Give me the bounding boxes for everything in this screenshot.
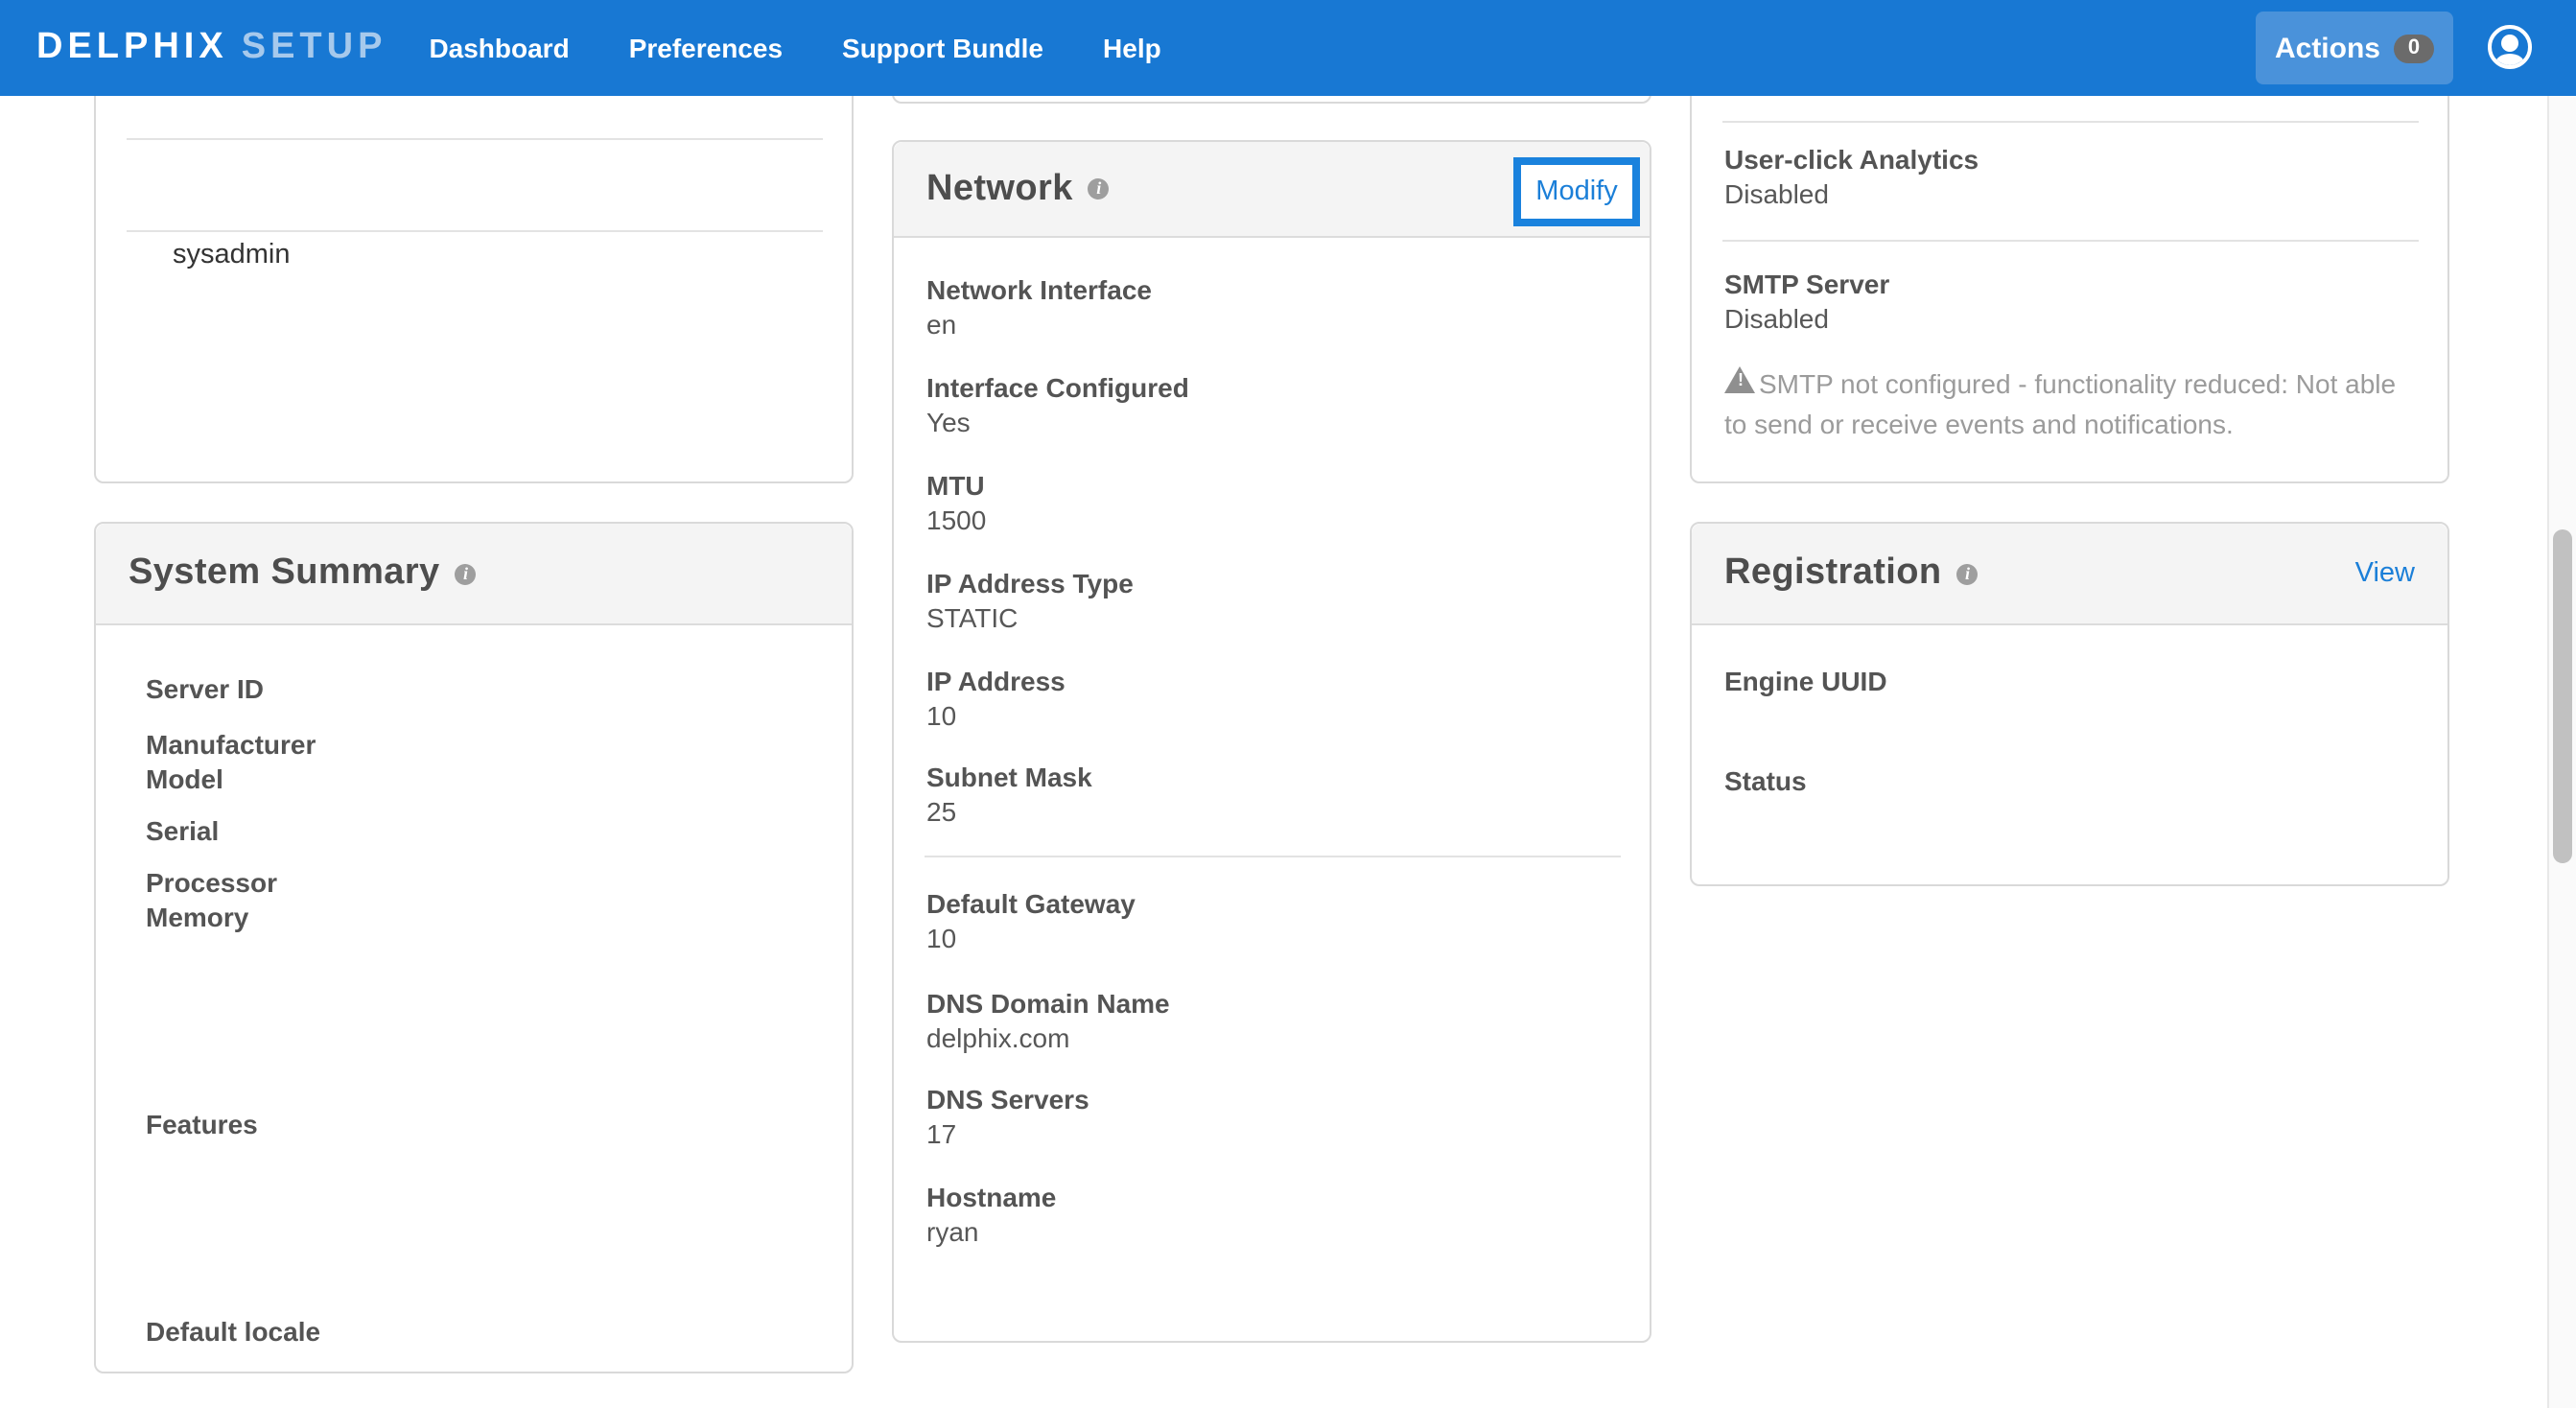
system-summary-header: System Summary i (96, 524, 852, 625)
scrollbar-thumb[interactable] (2553, 529, 2572, 863)
nav-preferences[interactable]: Preferences (629, 33, 783, 63)
field-engine-uuid: Engine UUID (1724, 664, 2424, 698)
delphix-setup-page: sysadmin System Summary i Server ID Manu… (0, 0, 2576, 1408)
field-manufacturer: Manufacturer (146, 727, 829, 762)
users-card: sysadmin (94, 73, 854, 483)
network-header: Network i Modify (894, 142, 1650, 238)
field-dns-servers: DNS Servers17 (926, 1082, 1627, 1151)
network-card: Network i Modify Network Interfaceen Int… (892, 140, 1651, 1343)
top-navbar: DELPHIX SETUP Dashboard Preferences Supp… (0, 0, 2576, 96)
field-smtp-server: SMTP Server Disabled (1724, 267, 2424, 336)
field-processor: Processor (146, 865, 829, 900)
field-hostname: Hostnameryan (926, 1180, 1627, 1249)
field-status: Status (1724, 763, 2424, 798)
modify-button[interactable]: Modify (1513, 157, 1640, 226)
logo-brand: DELPHIX (36, 27, 228, 69)
system-summary-card: System Summary i Server ID Manufacturer … (94, 522, 854, 1373)
smtp-warning: ! SMTP not configured - functionality re… (1724, 364, 2423, 445)
field-default-gateway: Default Gateway10 (926, 886, 1627, 955)
divider (1722, 240, 2419, 242)
info-icon[interactable]: i (1089, 178, 1110, 199)
view-link[interactable]: View (2355, 558, 2415, 589)
divider (127, 138, 823, 140)
field-network-interface: Network Interfaceen (926, 272, 1627, 341)
modify-button-label: Modify (1535, 176, 1617, 207)
nav-links: Dashboard Preferences Support Bundle Hel… (429, 33, 1160, 63)
field-ip-address-type: IP Address TypeSTATIC (926, 566, 1627, 635)
field-subnet-mask: Subnet Mask25 (926, 760, 1627, 829)
field-mtu: MTU1500 (926, 468, 1627, 537)
list-item-sysadmin[interactable]: sysadmin (173, 240, 291, 270)
registration-card: Registration i View Engine UUID Status (1690, 522, 2449, 886)
system-summary-title: System Summary (129, 552, 440, 595)
field-dns-domain-name: DNS Domain Namedelphix.com (926, 986, 1627, 1055)
network-title: Network (926, 168, 1073, 210)
info-icon[interactable]: i (1957, 563, 1979, 584)
info-icon[interactable]: i (456, 563, 477, 584)
user-avatar-icon[interactable] (2488, 25, 2532, 69)
status-card: User-click Analytics Disabled SMTP Serve… (1690, 73, 2449, 483)
scrollbar-track[interactable] (2547, 96, 2576, 1408)
nav-support-bundle[interactable]: Support Bundle (842, 33, 1043, 63)
smtp-warning-text: SMTP not configured - functionality redu… (1724, 368, 2396, 439)
actions-count-badge: 0 (2394, 34, 2434, 62)
registration-title: Registration (1724, 552, 1942, 595)
delphix-setup-logo: DELPHIX SETUP (36, 27, 386, 69)
field-features: Features (146, 1107, 829, 1141)
logo-product: SETUP (242, 27, 387, 69)
field-memory: Memory (146, 900, 829, 934)
actions-button-label: Actions (2275, 32, 2380, 64)
field-model: Model (146, 762, 829, 796)
warning-icon: ! (1724, 366, 1757, 395)
nav-dashboard[interactable]: Dashboard (429, 33, 569, 63)
field-ip-address: IP Address10 (926, 664, 1627, 733)
field-default-locale: Default locale (146, 1314, 829, 1349)
actions-button[interactable]: Actions 0 (2256, 12, 2453, 84)
field-interface-configured: Interface ConfiguredYes (926, 370, 1627, 439)
nav-help[interactable]: Help (1103, 33, 1161, 63)
divider (1722, 121, 2419, 123)
field-user-click-analytics: User-click Analytics Disabled (1724, 142, 2424, 211)
divider (925, 856, 1621, 857)
registration-header: Registration i View (1692, 524, 2447, 625)
divider (127, 230, 823, 232)
field-server-id: Server ID (146, 671, 829, 706)
field-serial: Serial (146, 813, 829, 848)
